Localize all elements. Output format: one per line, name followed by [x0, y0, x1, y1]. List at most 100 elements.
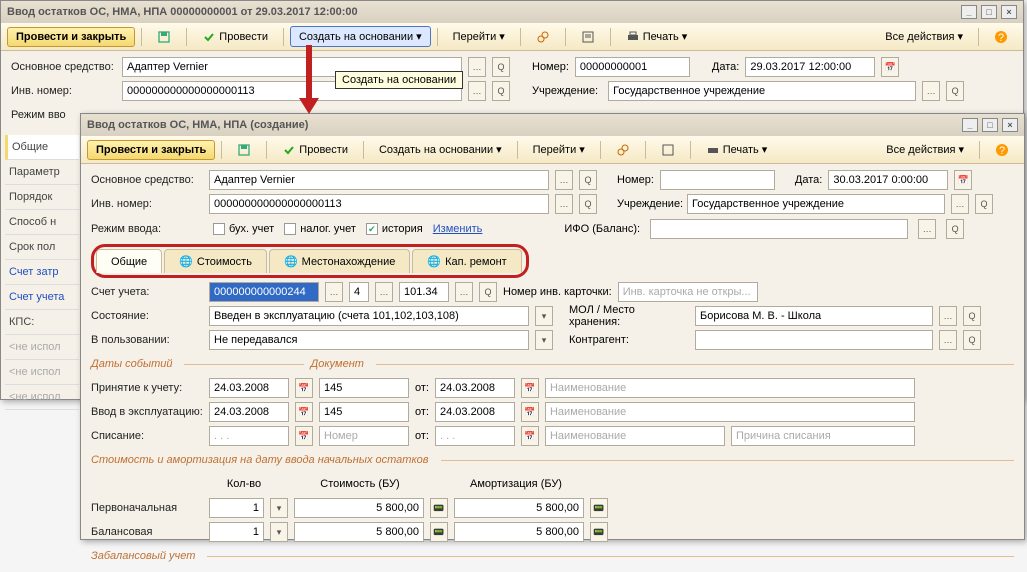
post-button[interactable]: Провести — [273, 139, 357, 161]
writeoff-date-input[interactable]: . . . — [209, 426, 289, 446]
lookup-button[interactable]: Q — [963, 330, 981, 350]
tab-cost[interactable]: 🌐Стоимость — [164, 249, 267, 273]
initial-qty-input[interactable]: 1 — [209, 498, 264, 518]
initial-amort-input[interactable]: 5 800,00 — [454, 498, 584, 518]
calc-button[interactable]: 📟 — [430, 498, 448, 518]
calendar-button[interactable]: 📅 — [295, 426, 313, 446]
commiss-from-input[interactable]: 24.03.2008 — [435, 402, 515, 422]
all-actions-button[interactable]: Все действия ▾ — [876, 26, 972, 47]
account-sub1[interactable]: 4 — [349, 282, 369, 302]
side-tab-none1[interactable]: <не испол — [5, 335, 79, 360]
create-based-button[interactable]: Создать на основании ▾ — [370, 139, 511, 160]
accept-name-input[interactable]: Наименование — [545, 378, 915, 398]
help-button[interactable]: ? — [986, 139, 1018, 161]
balance-cost-input[interactable]: 5 800,00 — [294, 522, 424, 542]
dots-button[interactable]: … — [375, 282, 393, 302]
main-asset-input[interactable]: Адаптер Vernier — [209, 170, 549, 190]
minimize-button[interactable]: _ — [961, 5, 977, 19]
ifo-input[interactable] — [650, 219, 908, 239]
side-tab-acct[interactable]: Счет учета — [5, 285, 79, 310]
all-actions-button[interactable]: Все действия ▾ — [877, 139, 973, 160]
side-tab-none3[interactable]: <не испол — [5, 385, 79, 410]
commiss-num-input[interactable]: 145 — [319, 402, 409, 422]
lookup-button[interactable]: Q — [579, 170, 597, 190]
side-tab-general[interactable]: Общие — [5, 135, 79, 160]
close-button[interactable]: × — [1002, 118, 1018, 132]
lookup-button[interactable]: Q — [492, 81, 510, 101]
side-tab-cost-acct[interactable]: Счет затр — [5, 260, 79, 285]
dots-button[interactable]: … — [918, 219, 936, 239]
lookup-button[interactable]: Q — [579, 194, 597, 214]
calendar-button[interactable]: 📅 — [295, 402, 313, 422]
use-input[interactable]: Не передавался — [209, 330, 529, 350]
calc-button[interactable]: 📟 — [430, 522, 448, 542]
history-checkbox[interactable]: ✔история — [366, 223, 423, 235]
print-button[interactable]: Печать ▾ — [697, 139, 777, 161]
account-input[interactable]: 000000000000244 — [209, 282, 319, 302]
link-icon-button[interactable] — [527, 26, 559, 48]
post-button[interactable]: Провести — [193, 26, 277, 48]
dots-button[interactable]: … — [922, 81, 940, 101]
dropdown-button[interactable]: ▾ — [535, 330, 553, 350]
balance-amort-input[interactable]: 5 800,00 — [454, 522, 584, 542]
dots-button[interactable]: … — [455, 282, 473, 302]
writeoff-name-input[interactable]: Наименование — [545, 426, 725, 446]
contr-input[interactable] — [695, 330, 933, 350]
minimize-button[interactable]: _ — [962, 118, 978, 132]
nalog-checkbox[interactable]: налог. учет — [284, 223, 356, 235]
maximize-button[interactable]: □ — [981, 5, 997, 19]
calendar-button[interactable]: 📅 — [521, 378, 539, 398]
lookup-button[interactable]: Q — [946, 219, 964, 239]
dots-button[interactable]: … — [555, 170, 573, 190]
commiss-name-input[interactable]: Наименование — [545, 402, 915, 422]
dots-button[interactable]: … — [951, 194, 969, 214]
calendar-button[interactable]: 📅 — [521, 402, 539, 422]
side-tab-term[interactable]: Срок пол — [5, 235, 79, 260]
save-button[interactable] — [228, 139, 260, 161]
side-tab-order[interactable]: Порядок — [5, 185, 79, 210]
balance-qty-input[interactable]: 1 — [209, 522, 264, 542]
dots-button[interactable]: … — [555, 194, 573, 214]
lookup-button[interactable]: Q — [492, 57, 510, 77]
writeoff-num-input[interactable]: Номер — [319, 426, 409, 446]
dots-button[interactable]: … — [939, 330, 957, 350]
tab-general[interactable]: Общие — [96, 249, 162, 273]
edit-link[interactable]: Изменить — [433, 223, 483, 235]
writeoff-reason-input[interactable]: Причина списания — [731, 426, 915, 446]
dots-button[interactable]: … — [468, 57, 486, 77]
accept-num-input[interactable]: 145 — [319, 378, 409, 398]
stepper-button[interactable]: ▾ — [270, 522, 288, 542]
commiss-date-input[interactable]: 24.03.2008 — [209, 402, 289, 422]
accept-date-input[interactable]: 24.03.2008 — [209, 378, 289, 398]
initial-cost-input[interactable]: 5 800,00 — [294, 498, 424, 518]
post-and-close-button[interactable]: Провести и закрыть — [87, 140, 215, 160]
maximize-button[interactable]: □ — [982, 118, 998, 132]
dots-button[interactable]: … — [468, 81, 486, 101]
calc-button[interactable]: 📟 — [590, 522, 608, 542]
date-input[interactable]: 30.03.2017 0:00:00 — [828, 170, 948, 190]
calendar-button[interactable]: 📅 — [881, 57, 899, 77]
dots-button[interactable]: … — [939, 306, 957, 326]
link-icon-button[interactable] — [607, 139, 639, 161]
side-tab-param[interactable]: Параметр — [5, 160, 79, 185]
number-input[interactable] — [660, 170, 775, 190]
account-sub2[interactable]: 101.34 — [399, 282, 449, 302]
state-input[interactable]: Введен в эксплуатацию (счета 101,102,103… — [209, 306, 529, 326]
card-input[interactable]: Инв. карточка не откры... — [618, 282, 758, 302]
org-input[interactable]: Государственное учреждение — [687, 194, 945, 214]
calc-button[interactable]: 📟 — [590, 498, 608, 518]
date-input[interactable]: 29.03.2017 12:00:00 — [745, 57, 875, 77]
go-button[interactable]: Перейти ▾ — [524, 139, 594, 160]
side-tab-none2[interactable]: <не испол — [5, 360, 79, 385]
calendar-button[interactable]: 📅 — [295, 378, 313, 398]
dots-button[interactable]: … — [325, 282, 343, 302]
side-tab-kps[interactable]: КПС: — [5, 310, 79, 335]
writeoff-from-input[interactable]: . . . — [435, 426, 515, 446]
report-button[interactable] — [572, 26, 604, 48]
number-input[interactable]: 00000000001 — [575, 57, 690, 77]
print-button[interactable]: Печать ▾ — [617, 26, 697, 48]
lookup-button[interactable]: Q — [946, 81, 964, 101]
tab-location[interactable]: 🌐Местонахождение — [269, 249, 410, 273]
report-button[interactable] — [652, 139, 684, 161]
mol-input[interactable]: Борисова М. В. - Школа — [695, 306, 933, 326]
